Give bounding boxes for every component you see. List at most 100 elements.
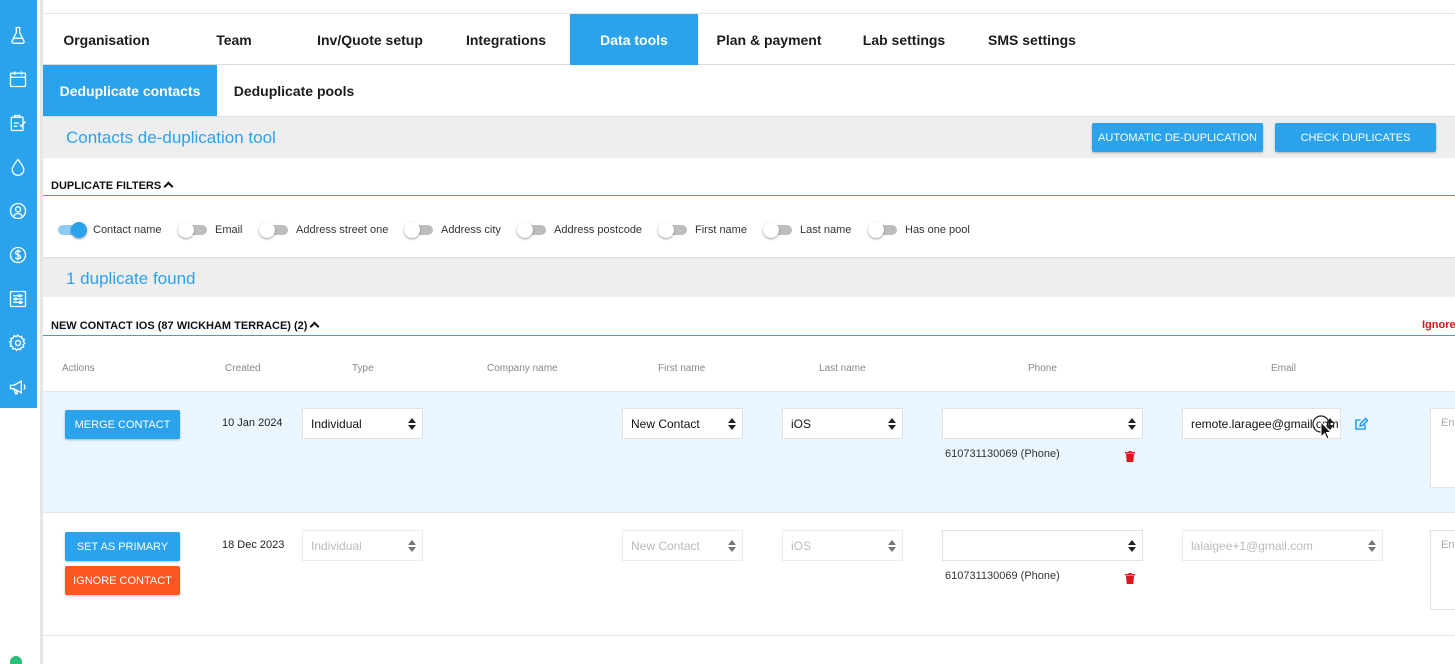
calendar-icon[interactable] xyxy=(6,67,30,91)
email-select: lalaigee+1@gmail.com xyxy=(1182,530,1383,561)
phone-number-note: 610731130069 (Phone) xyxy=(945,448,1060,460)
column-header-company: Company name xyxy=(487,363,558,374)
tab-organisation[interactable]: Organisation xyxy=(43,14,170,65)
gear-icon[interactable] xyxy=(6,331,30,355)
filter-label: Last name xyxy=(800,224,852,236)
column-header-email: Email xyxy=(1271,363,1297,374)
filter-address-postcode[interactable]: Address postcode xyxy=(517,222,643,238)
address-textarea[interactable]: Enter address xyxy=(1430,408,1455,488)
type-select: Individual xyxy=(302,530,423,561)
tab-team[interactable]: Team xyxy=(170,14,298,65)
automatic-deduplication-button[interactable]: AUTOMATIC DE-DUPLICATION xyxy=(1092,123,1263,152)
column-header-last-name: Last name xyxy=(819,363,866,374)
column-header-phone: Phone xyxy=(1028,363,1057,374)
ignore-group-link[interactable]: Ignore xyxy=(1422,319,1455,331)
filter-toggles: Contact name Email Address street one Ad… xyxy=(43,218,1455,246)
select-arrows-icon xyxy=(888,540,896,552)
filter-label: Contact name xyxy=(93,224,162,236)
select-arrows-icon xyxy=(408,540,416,552)
select-arrows-icon xyxy=(728,540,736,552)
filter-label: First name xyxy=(695,224,747,236)
select-arrows-icon xyxy=(1128,540,1136,552)
toggle-switch[interactable] xyxy=(58,222,87,238)
phone-number-note: 610731130069 (Phone) xyxy=(945,570,1060,582)
column-header-actions: Actions xyxy=(62,363,95,374)
select-arrows-icon xyxy=(1368,540,1376,552)
duplicates-found-band: 1 duplicate found xyxy=(43,257,1455,297)
toggle-switch[interactable] xyxy=(259,222,288,238)
phone-select[interactable] xyxy=(942,408,1143,439)
created-date: 10 Jan 2024 xyxy=(222,417,283,429)
tab-inv-quote-setup[interactable]: Inv/Quote setup xyxy=(298,14,442,65)
tab-integrations[interactable]: Integrations xyxy=(442,14,570,65)
chevron-up-icon[interactable] xyxy=(310,321,320,332)
ignore-contact-button[interactable]: IGNORE CONTACT xyxy=(65,566,180,595)
first-name-value: New Contact xyxy=(631,416,700,431)
subtab-deduplicate-contacts[interactable]: Deduplicate contacts xyxy=(43,65,217,116)
sidebar xyxy=(0,0,37,408)
type-select-value: Individual xyxy=(311,416,362,431)
page-title: Contacts de-duplication tool xyxy=(66,128,276,147)
clipboard-check-icon[interactable] xyxy=(6,111,30,135)
select-arrows-icon xyxy=(728,418,736,430)
chevron-up-icon[interactable] xyxy=(163,181,174,192)
set-as-primary-button[interactable]: SET AS PRIMARY xyxy=(65,532,180,561)
type-select-value: Individual xyxy=(311,538,362,553)
flask-icon[interactable] xyxy=(6,23,30,47)
trash-icon[interactable] xyxy=(1125,571,1135,584)
dollar-circle-icon[interactable] xyxy=(6,243,30,267)
toggle-switch[interactable] xyxy=(763,222,792,238)
address-textarea[interactable]: Enter address xyxy=(1430,530,1455,610)
duplicate-group-title: NEW CONTACT IOS (87 WICKHAM TERRACE) (2) xyxy=(51,320,308,332)
duplicate-filters-title: DUPLICATE FILTERS xyxy=(51,180,162,192)
sliders-icon[interactable] xyxy=(6,287,30,311)
subtab-deduplicate-pools[interactable]: Deduplicate pools xyxy=(217,65,371,116)
toggle-switch[interactable] xyxy=(658,222,687,238)
duplicate-filters-header[interactable]: DUPLICATE FILTERS xyxy=(43,174,1455,196)
sub-tabs: Deduplicate contacts Deduplicate pools xyxy=(43,65,1455,116)
tab-sms-settings[interactable]: SMS settings xyxy=(968,14,1096,65)
toggle-switch[interactable] xyxy=(404,222,433,238)
select-arrows-icon xyxy=(408,418,416,430)
mouse-cursor-icon xyxy=(1312,415,1334,441)
toggle-switch[interactable] xyxy=(517,222,546,238)
check-duplicates-button[interactable]: CHECK DUPLICATES xyxy=(1275,123,1436,152)
filter-label: Email xyxy=(215,224,243,236)
filter-first-name[interactable]: First name xyxy=(658,222,747,238)
filter-address-street-one[interactable]: Address street one xyxy=(259,222,389,238)
filter-address-city[interactable]: Address city xyxy=(404,222,501,238)
merge-contact-button[interactable]: MERGE CONTACT xyxy=(65,410,180,439)
status-dot xyxy=(10,656,22,664)
trash-icon[interactable] xyxy=(1125,449,1135,462)
first-name-value: New Contact xyxy=(631,538,700,553)
filter-has-one-pool[interactable]: Has one pool xyxy=(868,222,970,238)
toggle-switch[interactable] xyxy=(868,222,897,238)
column-header-created: Created xyxy=(225,363,261,374)
tool-header: Contacts de-duplication tool AUTOMATIC D… xyxy=(43,116,1455,158)
last-name-value: iOS xyxy=(791,538,812,553)
megaphone-icon[interactable] xyxy=(6,375,30,399)
type-select[interactable]: Individual xyxy=(302,408,423,439)
filter-email[interactable]: Email xyxy=(178,222,243,238)
created-date: 18 Dec 2023 xyxy=(222,539,285,551)
email-value: lalaigee+1@gmail.com xyxy=(1191,538,1313,553)
column-header-first-name: First name xyxy=(658,363,706,374)
tab-lab-settings[interactable]: Lab settings xyxy=(840,14,968,65)
duplicate-group-header[interactable]: NEW CONTACT IOS (87 WICKHAM TERRACE) (2) xyxy=(43,314,1455,336)
filter-label: Address postcode xyxy=(554,224,643,236)
first-name-select[interactable]: New Contact xyxy=(622,408,743,439)
filter-label: Address street one xyxy=(296,224,389,236)
edit-icon[interactable] xyxy=(1354,417,1369,431)
toggle-switch[interactable] xyxy=(178,222,207,238)
phone-select[interactable] xyxy=(942,530,1143,561)
water-drop-icon[interactable] xyxy=(6,155,30,179)
last-name-select[interactable]: iOS xyxy=(782,408,903,439)
tab-data-tools[interactable]: Data tools xyxy=(570,14,698,65)
tab-plan-payment[interactable]: Plan & payment xyxy=(698,14,840,65)
filter-contact-name[interactable]: Contact name xyxy=(58,222,162,238)
filter-last-name[interactable]: Last name xyxy=(763,222,852,238)
duplicates-found-text: 1 duplicate found xyxy=(66,269,196,288)
user-circle-icon[interactable] xyxy=(6,199,30,223)
filter-label: Has one pool xyxy=(905,224,970,236)
select-arrows-icon xyxy=(888,418,896,430)
